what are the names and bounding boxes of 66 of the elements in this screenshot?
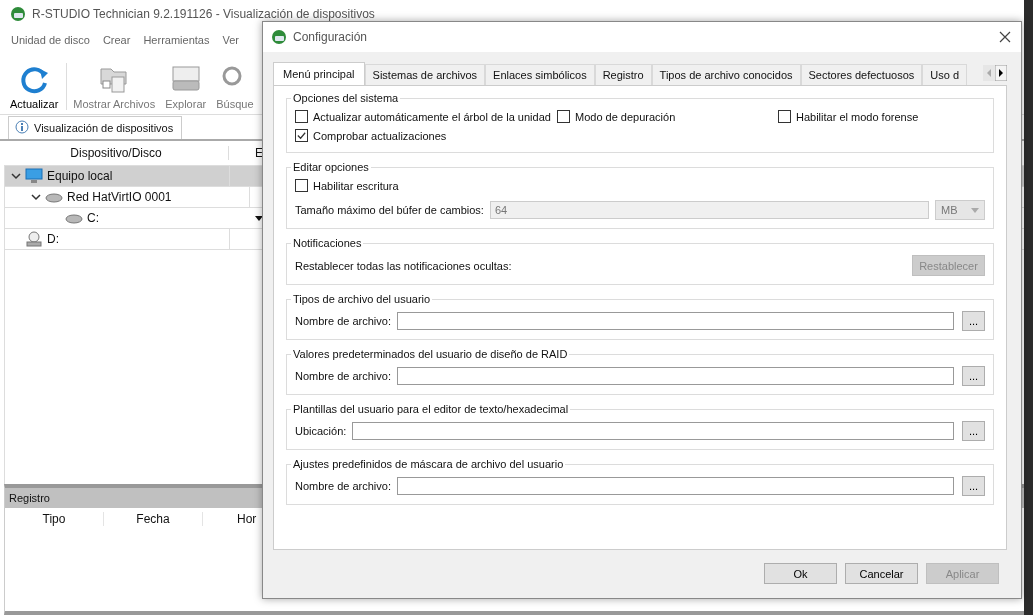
tab[interactable]: Tipos de archivo conocidos <box>651 64 801 85</box>
tab[interactable]: Registro <box>594 64 652 85</box>
tab[interactable]: Uso d <box>922 64 968 85</box>
chevron-icon[interactable] <box>11 171 21 181</box>
browse-button[interactable]: ... <box>962 421 985 441</box>
browse-button[interactable]: ... <box>962 476 985 496</box>
dropdown-arrow-icon[interactable] <box>255 215 263 221</box>
field-label: Nombre de archivo: <box>295 370 391 382</box>
group-title: Ajustes predefinidos de máscara de archivo del usuario <box>292 458 565 470</box>
toolbar-button[interactable]: Actualizar <box>6 63 68 110</box>
tab[interactable]: Sectores defectuosos <box>800 64 923 85</box>
menu-item[interactable]: Ver <box>222 34 239 46</box>
field-label: Restablecer todas las notificaciones ocultas: <box>295 259 513 272</box>
column-header[interactable]: Tipo <box>5 512 104 526</box>
scroll-right-icon[interactable] <box>995 65 1007 81</box>
tab[interactable]: Sistemas de archivos <box>364 64 486 85</box>
input-field[interactable] <box>397 367 954 385</box>
checkbox-label: Habilitar el modo forense <box>796 110 919 123</box>
browse-button[interactable]: ... <box>962 366 985 386</box>
browse-button[interactable]: ... <box>962 311 985 331</box>
column-header[interactable]: Hor <box>203 512 257 526</box>
optical-drive-icon <box>25 231 43 247</box>
checkbox-label: Modo de depuración <box>575 110 676 123</box>
tab[interactable]: Enlaces simbólicos <box>485 64 595 85</box>
input-field[interactable] <box>352 422 954 440</box>
dialog-button[interactable]: Cancelar <box>845 563 918 584</box>
window-title: R-STUDIO Technician 9.2.191126 - Visualización de dispositivos <box>32 7 375 21</box>
menu-item[interactable]: Unidad de disco <box>11 34 90 46</box>
field-label: Tamaño máximo del búfer de cambios: <box>295 204 484 216</box>
group-title: Editar opciones <box>292 161 370 173</box>
tree-item-label: C: <box>87 211 99 225</box>
checkbox-label: Habilitar escritura <box>313 179 399 192</box>
info-icon <box>15 120 31 136</box>
checkbox[interactable] <box>295 110 308 123</box>
menu-item[interactable]: Herramientas <box>143 34 210 46</box>
dialog-button[interactable]: Ok <box>764 563 837 584</box>
monitor-icon <box>25 168 43 184</box>
dialog-title: Configuración <box>293 30 369 44</box>
group-title: Valores predeterminados del usuario de diseño de RAID <box>292 348 569 360</box>
menu-item[interactable]: Crear <box>102 34 131 46</box>
group-title: Notificaciones <box>292 237 363 249</box>
group-title: Tipos de archivo del usuario <box>292 293 432 305</box>
field-label: Ubicación: <box>295 425 347 437</box>
close-icon[interactable] <box>999 31 1011 43</box>
tab[interactable]: Menú principal <box>273 62 365 85</box>
app-logo-icon <box>10 6 26 22</box>
column-header[interactable]: Fecha <box>104 512 203 526</box>
tree-item-label: Red HatVirtIO 0001 <box>67 190 172 204</box>
input-field[interactable] <box>397 477 954 495</box>
column-header[interactable]: E <box>229 146 263 160</box>
chevron-icon[interactable] <box>31 192 41 202</box>
view-tab[interactable]: Visualización de dispositivos <box>8 116 183 139</box>
checkbox[interactable] <box>778 110 791 123</box>
dropdown-arrow-icon <box>971 207 979 213</box>
group-title: Opciones del sistema <box>292 92 400 104</box>
group-title: Plantillas del usuario para el editor de texto/hexadecimal <box>292 403 570 415</box>
checkbox-label: Comprobar actualizaciones <box>313 129 447 142</box>
checkbox[interactable] <box>557 110 570 123</box>
tree-item-label: D: <box>47 232 59 246</box>
input-field[interactable] <box>397 312 954 330</box>
checkbox-label: Actualizar automáticamente el árbol de la unidad <box>313 110 551 123</box>
app-logo-icon <box>271 29 287 45</box>
column-header[interactable]: Dispositivo/Disco <box>4 146 229 160</box>
tree-item-label: Equipo local <box>47 169 113 183</box>
checkbox[interactable] <box>295 129 308 142</box>
field-label: Nombre de archivo: <box>295 315 391 327</box>
